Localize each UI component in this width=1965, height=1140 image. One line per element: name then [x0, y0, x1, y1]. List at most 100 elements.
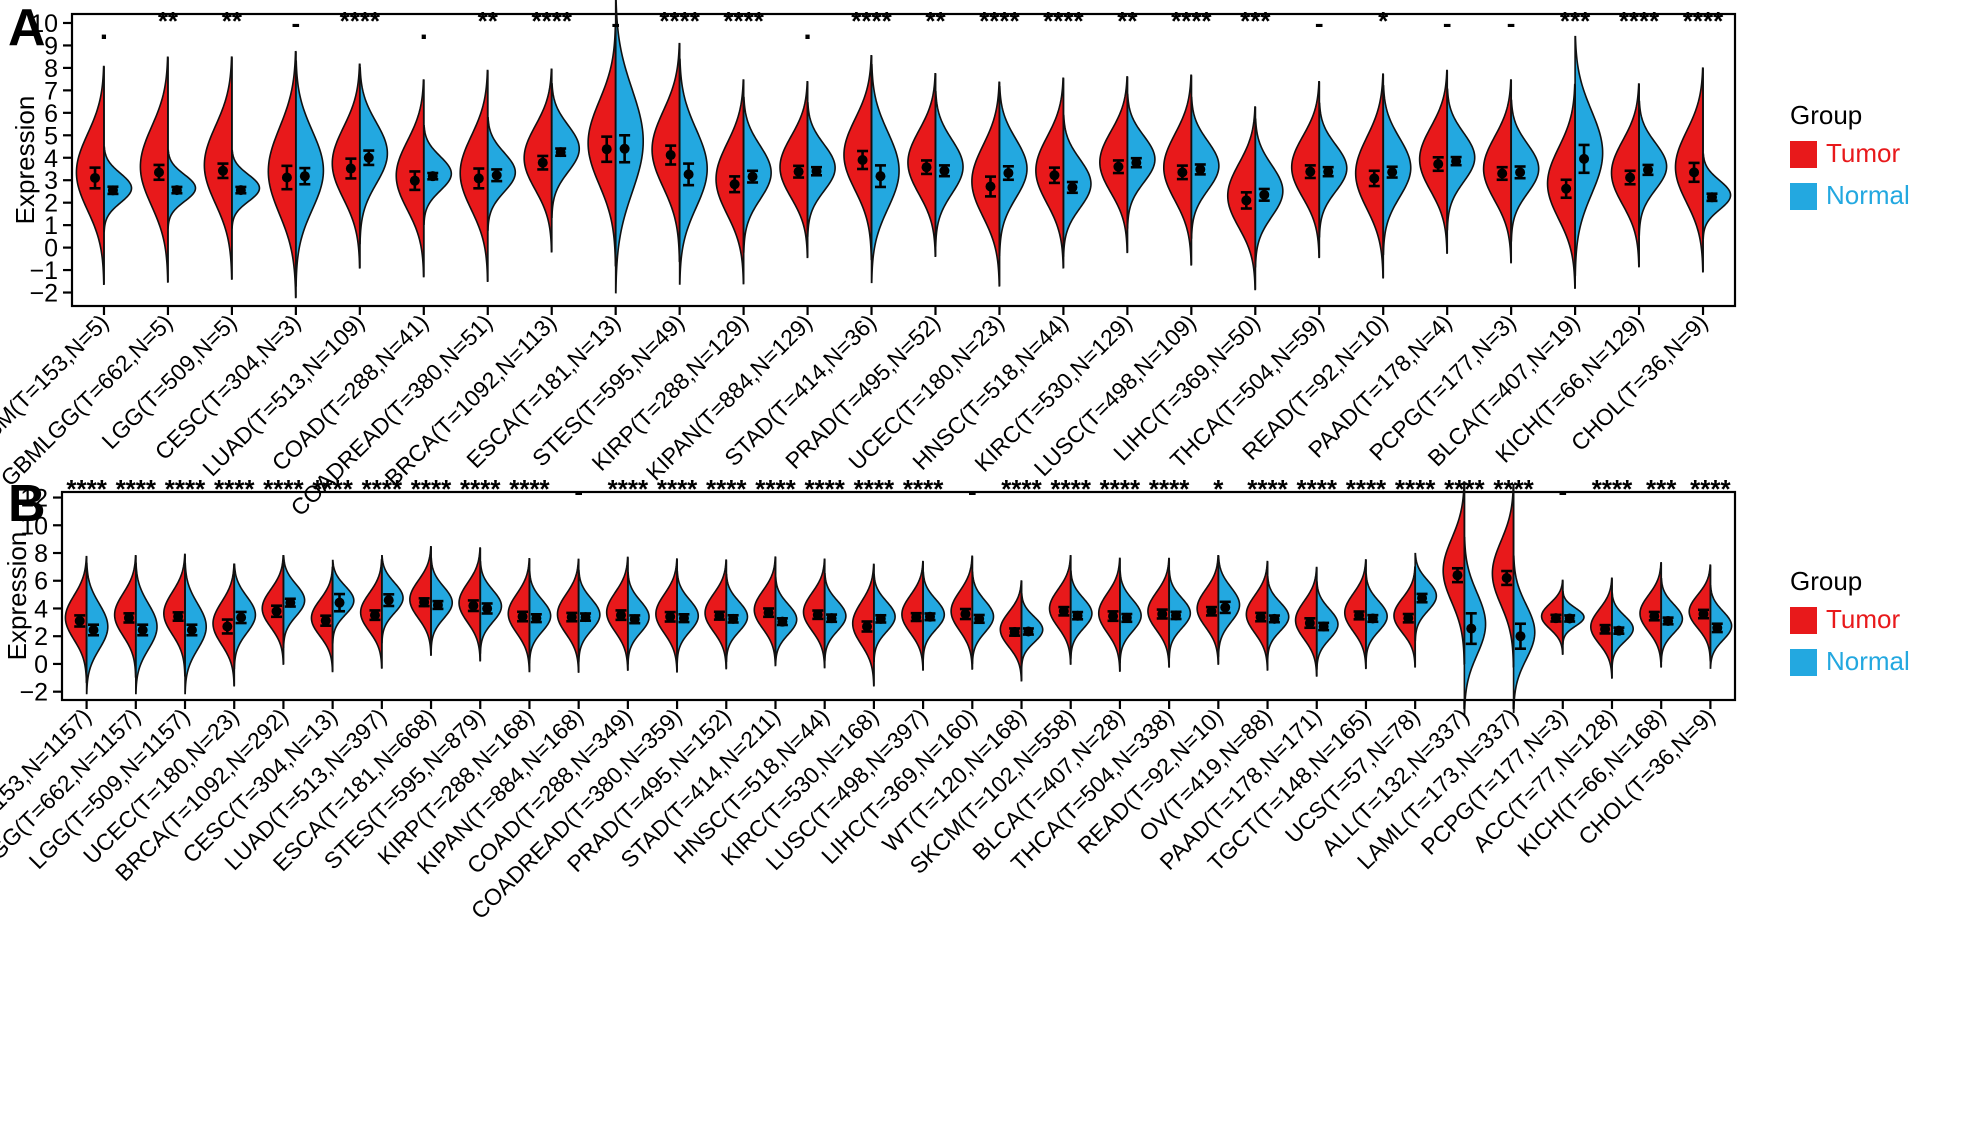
- mean-point-normal: [1323, 166, 1334, 177]
- mean-point-normal: [1579, 153, 1590, 164]
- violin-group: [715, 79, 772, 285]
- mean-point-tumor: [419, 597, 430, 608]
- violin-tumor: [523, 68, 553, 253]
- violin-tumor: [1674, 67, 1704, 273]
- violin-group: [1482, 79, 1540, 264]
- mean-point-tumor: [537, 157, 548, 168]
- violin-group: [843, 54, 900, 284]
- violin-normal: [806, 102, 836, 238]
- violin-group: [1393, 552, 1438, 668]
- violin-tumor: [459, 69, 489, 282]
- legend-swatch-tumor: [1790, 607, 1817, 634]
- violin-group: [1418, 69, 1476, 254]
- mean-point-tumor: [320, 615, 331, 626]
- mean-point-normal: [285, 597, 296, 608]
- violin-group: [459, 69, 517, 282]
- mean-point-tumor: [960, 609, 971, 620]
- violin-group: [331, 63, 389, 269]
- mean-point-tumor: [714, 610, 725, 621]
- mean-point-normal: [924, 611, 935, 622]
- significance-marker: ****: [1683, 6, 1724, 36]
- significance-marker: ****: [1395, 474, 1436, 504]
- mean-point-tumor: [1354, 610, 1365, 621]
- violin-group: [1639, 562, 1684, 668]
- violin-group: [802, 558, 847, 669]
- significance-marker: ****: [1444, 474, 1485, 504]
- violin-group: [1162, 74, 1220, 266]
- violin-tumor: [779, 81, 809, 259]
- legend-swatch-normal: [1790, 183, 1817, 210]
- mean-point-tumor: [345, 163, 356, 174]
- violin-normal: [295, 60, 325, 287]
- mean-point-tumor: [1241, 195, 1252, 206]
- y-tick-label: −2: [19, 679, 48, 707]
- violin-group: [1245, 560, 1290, 671]
- violin-group: [1196, 554, 1241, 665]
- violin-normal: [998, 85, 1028, 257]
- significance-marker: ****: [1001, 474, 1042, 504]
- violin-group: [212, 563, 257, 687]
- mean-point-tumor: [217, 165, 228, 176]
- significance-marker: .: [420, 13, 428, 46]
- mean-point-tumor: [1403, 613, 1414, 624]
- mean-point-normal: [1220, 602, 1231, 613]
- mean-point-normal: [1259, 189, 1270, 200]
- violin-tumor: [1162, 74, 1193, 266]
- panel-b: B −2 0 2 4 6 8 10 12 Expression GBM(T=153,N=1157)…: [0, 470, 1965, 1140]
- significance-marker: .: [100, 13, 108, 46]
- significance-marker: ****: [903, 474, 944, 504]
- significance-marker: ****: [1171, 6, 1212, 36]
- mean-point-tumor: [1550, 613, 1561, 624]
- violin-group: [907, 72, 964, 258]
- violin-tumor: [1610, 83, 1640, 268]
- violin-group: [971, 81, 1028, 287]
- mean-point-normal: [427, 171, 438, 182]
- mean-point-tumor: [921, 162, 932, 173]
- violin-tumor: [1099, 76, 1129, 254]
- mean-point-tumor: [409, 175, 420, 186]
- mean-point-normal: [334, 597, 345, 608]
- violin-tumor: [1418, 69, 1448, 254]
- mean-point-tumor: [1113, 161, 1124, 172]
- mean-point-normal: [683, 169, 694, 180]
- violin-group: [1035, 77, 1092, 269]
- mean-point-tumor: [1369, 173, 1380, 184]
- violin-group: [1674, 67, 1732, 273]
- significance-marker: **: [1117, 6, 1138, 36]
- legend-label-tumor: Tumor: [1826, 604, 1900, 634]
- significance-marker: ****: [979, 6, 1020, 36]
- significance-marker: ****: [214, 474, 255, 504]
- significance-marker: -: [1507, 8, 1516, 38]
- violin-group: [1589, 577, 1634, 679]
- significance-marker: *: [1378, 6, 1389, 36]
- significance-marker: ****: [1043, 6, 1084, 36]
- significance-marker: **: [222, 6, 243, 36]
- violin-group: [950, 555, 995, 670]
- significance-marker: ****: [804, 474, 845, 504]
- mean-point-tumor: [1255, 612, 1266, 623]
- violin-group: [1290, 81, 1348, 259]
- violin-normal: [614, 0, 645, 294]
- violin-group: [64, 555, 109, 695]
- violin-group: [1688, 564, 1733, 669]
- legend-swatch-tumor: [1790, 141, 1817, 168]
- mean-point-normal: [811, 166, 822, 177]
- significance-marker: ****: [312, 474, 353, 504]
- mean-point-normal: [88, 624, 99, 635]
- mean-point-tumor: [1177, 167, 1188, 178]
- mean-point-tumor: [468, 600, 479, 611]
- violin-group: [655, 558, 700, 673]
- mean-point-tumor: [222, 621, 233, 632]
- legend-title: Group: [1790, 100, 1862, 130]
- significance-marker: ****: [851, 6, 892, 36]
- mean-point-normal: [1515, 167, 1526, 178]
- violin-group: [1226, 106, 1284, 291]
- significance-marker: ****: [1050, 474, 1091, 504]
- mean-point-normal: [728, 613, 739, 624]
- mean-point-normal: [1417, 593, 1428, 604]
- violin-group: [113, 554, 158, 695]
- mean-point-tumor: [1305, 166, 1316, 177]
- mean-point-tumor: [1497, 168, 1508, 179]
- legend-label-tumor: Tumor: [1826, 138, 1900, 168]
- mean-point-normal: [171, 185, 182, 196]
